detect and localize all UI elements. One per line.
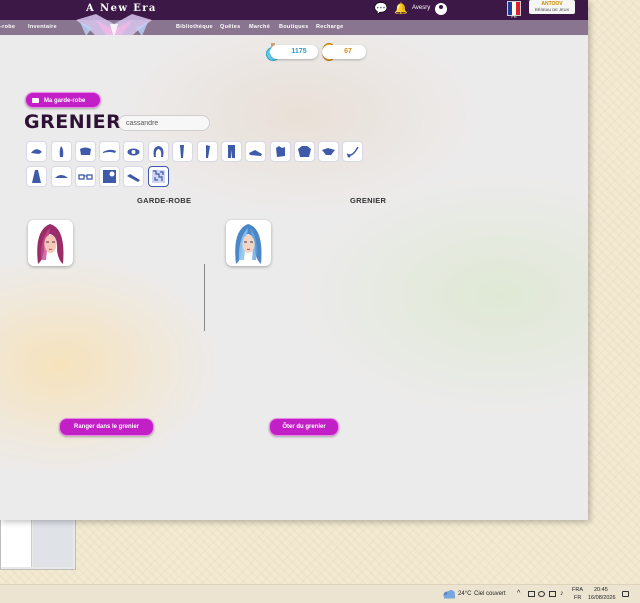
- nav-item-market[interactable]: Marché: [249, 24, 270, 30]
- partner-subtitle: RÉSEAU DE JEUX: [534, 7, 570, 12]
- eye-icon[interactable]: [123, 141, 144, 162]
- coin-counter: 67: [322, 45, 366, 59]
- page-title: GRENIER: [24, 111, 122, 133]
- volume-icon[interactable]: ♪: [560, 590, 564, 597]
- user-avatar-icon[interactable]: [435, 3, 447, 15]
- network-icon[interactable]: [538, 591, 545, 597]
- potion-counter: 1175: [270, 45, 318, 59]
- column-divider: [204, 264, 205, 331]
- chevron-up-icon[interactable]: ^: [517, 590, 520, 597]
- user-name[interactable]: Avesry: [412, 5, 430, 11]
- wardrobe-button[interactable]: Ma garde-robe: [25, 92, 101, 108]
- wardrobe-icon: [32, 98, 39, 103]
- glasses-icon[interactable]: [75, 166, 96, 187]
- battery-icon[interactable]: [528, 591, 535, 597]
- background-window-pane: [33, 519, 73, 567]
- clock-date[interactable]: 16/08/2026: [588, 595, 616, 601]
- language-label: FR: [511, 14, 517, 19]
- hair-pink-preview: [37, 224, 64, 264]
- pattern-icon[interactable]: [148, 166, 169, 187]
- wardrobe-button-label: Ma garde-robe: [44, 98, 86, 104]
- background-icon[interactable]: [99, 166, 120, 187]
- background-window: [0, 518, 76, 570]
- hat-icon[interactable]: [26, 141, 47, 162]
- wardrobe-item-hair-pink[interactable]: [28, 220, 73, 266]
- nav-item-quests[interactable]: Quêtes: [220, 24, 240, 30]
- notification-icon[interactable]: [622, 591, 629, 597]
- display-icon[interactable]: [549, 591, 556, 597]
- dress-icon[interactable]: [26, 166, 47, 187]
- remove-from-attic-button[interactable]: Ôter du grenier: [269, 418, 339, 436]
- search-input[interactable]: [118, 115, 210, 131]
- nav-item-wardrobe[interactable]: -robe: [0, 24, 15, 30]
- attic-item-hair-blue[interactable]: [226, 220, 271, 266]
- store-in-attic-button[interactable]: Ranger dans le grenier: [59, 418, 154, 436]
- leg-alt-icon[interactable]: [197, 141, 218, 162]
- leg-icon[interactable]: [172, 141, 193, 162]
- os-taskbar: 24°C Ciel couvert ^ ♪ FRA FR 20:45 16/08…: [0, 584, 640, 603]
- necklace-icon[interactable]: [342, 141, 363, 162]
- chat-icon[interactable]: 💬: [374, 2, 388, 15]
- brush-icon[interactable]: [123, 166, 144, 187]
- input-language-sub[interactable]: FR: [574, 595, 581, 601]
- cloud-icon: [443, 590, 455, 599]
- game-window: A New Era 💬 🔔 Avesry FR ANTOOV RÉSEAU DE…: [0, 0, 588, 520]
- weather-temp[interactable]: 24°C: [458, 591, 471, 597]
- hair-icon[interactable]: [148, 141, 169, 162]
- shoes-icon[interactable]: [245, 141, 266, 162]
- input-language[interactable]: FRA: [572, 587, 583, 593]
- background-window-pane: [1, 519, 32, 567]
- hair-blue-preview: [235, 224, 262, 264]
- nav-item-recharge[interactable]: Recharge: [316, 24, 343, 30]
- wardrobe-column-label: GARDE-ROBE: [137, 196, 192, 205]
- clock-time[interactable]: 20:45: [594, 587, 608, 593]
- partner-logo[interactable]: ANTOOV RÉSEAU DE JEUX: [529, 0, 575, 14]
- pants-icon[interactable]: [221, 141, 242, 162]
- heart-top-icon[interactable]: [75, 141, 96, 162]
- jacket-icon[interactable]: [294, 141, 315, 162]
- cap-icon[interactable]: [51, 166, 72, 187]
- bell-icon[interactable]: 🔔: [394, 2, 408, 15]
- accessory-icon[interactable]: [318, 141, 339, 162]
- nav-item-inventory[interactable]: Inventaire: [28, 24, 57, 30]
- nav-item-library[interactable]: Bibliothèque: [176, 24, 213, 30]
- brow-icon[interactable]: [99, 141, 120, 162]
- weather-description[interactable]: Ciel couvert: [474, 591, 506, 597]
- torso-icon[interactable]: [51, 141, 72, 162]
- nav-item-shops[interactable]: Boutiques: [279, 24, 309, 30]
- gloves-icon[interactable]: [270, 141, 291, 162]
- attic-column-label: GRENIER: [350, 196, 387, 205]
